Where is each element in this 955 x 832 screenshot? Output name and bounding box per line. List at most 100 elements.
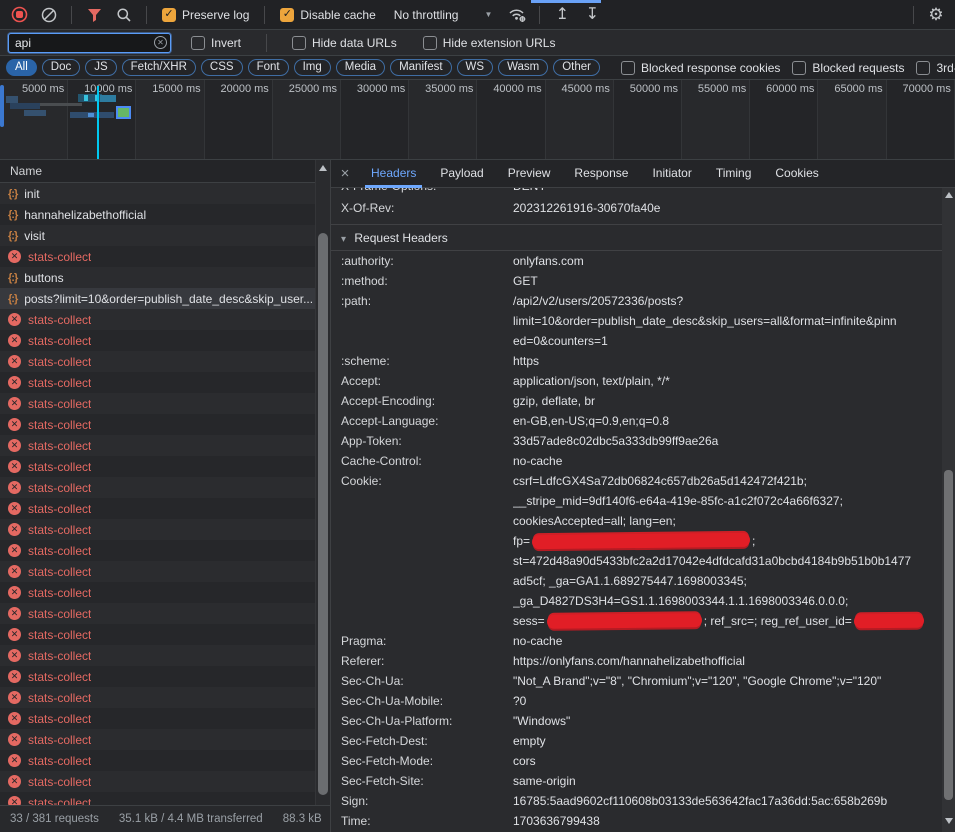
network-conditions-button[interactable] — [504, 2, 530, 28]
checkbox-icon[interactable] — [792, 61, 806, 75]
scrollbar-down-arrow[interactable] — [945, 818, 953, 824]
request-list-scrollbar[interactable] — [315, 160, 330, 805]
resource-type-chip[interactable]: Wasm — [498, 59, 548, 76]
close-detail-icon[interactable]: × — [331, 165, 359, 182]
export-har-button[interactable]: ↧ — [579, 2, 605, 28]
resource-type-chip[interactable]: All — [6, 59, 37, 76]
request-row[interactable]: {:} ✕ stats-collect — [0, 330, 315, 351]
chip-label: Wasm — [507, 61, 539, 73]
request-row[interactable]: {:} ✕ stats-collect — [0, 351, 315, 372]
detail-tab[interactable]: Cookies — [765, 160, 828, 188]
record-network-log-button[interactable] — [6, 2, 32, 28]
settings-button[interactable]: ⚙ — [923, 2, 949, 28]
request-row[interactable]: {:} ✕ stats-collect — [0, 414, 315, 435]
resource-type-chip[interactable]: JS — [85, 59, 116, 76]
top-progress-strip — [531, 0, 601, 3]
filter-input[interactable] — [8, 33, 171, 53]
request-row[interactable]: {:} ✕ stats-collect — [0, 246, 315, 267]
request-row[interactable]: {:} ✕ stats-collect — [0, 687, 315, 708]
network-overview-timeline[interactable]: 5000 ms 10000 ms 15000 ms 20000 ms 25000… — [0, 80, 955, 160]
resource-type-chip[interactable]: Other — [553, 59, 600, 76]
hide-extension-urls-checkbox[interactable]: Hide extension URLs — [417, 36, 562, 50]
checkbox-checked-icon[interactable] — [280, 8, 294, 22]
request-row[interactable]: {:} ✕ stats-collect — [0, 519, 315, 540]
hide-data-urls-checkbox[interactable]: Hide data URLs — [286, 36, 403, 50]
request-row[interactable]: {:} ✕ stats-collect — [0, 540, 315, 561]
detail-tab[interactable]: Preview — [498, 160, 561, 188]
request-row[interactable]: {:} ✕ stats-collect — [0, 477, 315, 498]
resource-type-chip[interactable]: Doc — [42, 59, 80, 76]
request-row[interactable]: {:} ✕ stats-collect — [0, 666, 315, 687]
request-row[interactable]: {:} ✕ stats-collect — [0, 435, 315, 456]
header-row: Pragma: no-cache — [341, 631, 944, 651]
request-row[interactable]: {:} ✕ stats-collect — [0, 771, 315, 792]
header-key: Sec-Fetch-Site: — [341, 771, 513, 791]
resource-type-chip[interactable]: Img — [294, 59, 331, 76]
request-row[interactable]: {:} ✕ stats-collect — [0, 645, 315, 666]
failed-request-icon: ✕ — [8, 523, 21, 536]
detail-tab[interactable]: Headers — [361, 160, 426, 188]
request-row[interactable]: {:} ✕ init — [0, 183, 315, 204]
request-headers-section[interactable]: ▾ Request Headers — [331, 224, 944, 251]
request-row[interactable]: {:} ✕ stats-collect — [0, 624, 315, 645]
scrollbar-up-arrow[interactable] — [945, 192, 953, 198]
search-button[interactable] — [111, 2, 137, 28]
third-party-requests-checkbox[interactable]: 3rd-party requests — [912, 61, 955, 75]
header-key: Sec-Ch-Ua-Mobile: — [341, 691, 513, 711]
checkbox-icon[interactable] — [621, 61, 635, 75]
name-column-header[interactable]: Name — [0, 160, 330, 183]
checkbox-icon[interactable] — [191, 36, 205, 50]
checkbox-icon[interactable] — [292, 36, 306, 50]
request-row[interactable]: {:} ✕ stats-collect — [0, 561, 315, 582]
request-row[interactable]: {:} ✕ stats-collect — [0, 582, 315, 603]
invert-checkbox[interactable]: Invert — [185, 36, 247, 50]
clear-filter-icon[interactable]: ✕ — [154, 36, 167, 49]
path-line: limit=10&order=publish_date_desc&skip_us… — [513, 311, 944, 331]
resource-type-chip[interactable]: Media — [336, 59, 385, 76]
resource-type-chip[interactable]: Fetch/XHR — [122, 59, 196, 76]
request-row[interactable]: {:} ✕ buttons — [0, 267, 315, 288]
disable-cache-checkbox[interactable]: Disable cache — [274, 8, 381, 22]
detail-tab[interactable]: Timing — [706, 160, 762, 188]
scrollbar-thumb[interactable] — [944, 470, 953, 800]
resource-type-chip[interactable]: WS — [457, 59, 494, 76]
import-har-button[interactable]: ↥ — [549, 2, 575, 28]
request-row[interactable]: {:} ✕ stats-collect — [0, 456, 315, 477]
detail-scrollbar[interactable] — [942, 188, 955, 832]
request-row[interactable]: {:} ✕ visit — [0, 225, 315, 246]
resource-type-chip[interactable]: CSS — [201, 59, 243, 76]
checkbox-checked-icon[interactable] — [162, 8, 176, 22]
filter-toggle-button[interactable] — [81, 2, 107, 28]
throttling-dropdown[interactable]: No throttling ▼ — [386, 8, 501, 22]
blocked-cookies-label: Blocked response cookies — [641, 61, 780, 75]
detail-tab[interactable]: Response — [564, 160, 638, 188]
detail-tab[interactable]: Initiator — [642, 160, 701, 188]
clear-network-log-button[interactable] — [36, 2, 62, 28]
scrollbar-up-arrow[interactable] — [319, 165, 327, 171]
checkbox-icon[interactable] — [423, 36, 437, 50]
blocked-requests-checkbox[interactable]: Blocked requests — [788, 61, 908, 75]
checkbox-icon[interactable] — [916, 61, 930, 75]
request-row[interactable]: {:} ✕ stats-collect — [0, 372, 315, 393]
request-row[interactable]: {:} ✕ stats-collect — [0, 498, 315, 519]
request-row[interactable]: {:} ✕ stats-collect — [0, 309, 315, 330]
header-key: :scheme: — [341, 351, 513, 371]
request-row[interactable]: {:} ✕ stats-collect — [0, 603, 315, 624]
waterfall-bar — [100, 95, 116, 102]
request-row[interactable]: {:} ✕ posts?limit=10&order=publish_date_… — [0, 288, 315, 309]
request-row[interactable]: {:} ✕ hannahelizabethofficial — [0, 204, 315, 225]
resource-type-chip[interactable]: Font — [248, 59, 289, 76]
request-row[interactable]: {:} ✕ stats-collect — [0, 708, 315, 729]
request-row[interactable]: {:} ✕ stats-collect — [0, 393, 315, 414]
detail-tab[interactable]: Payload — [430, 160, 493, 188]
request-row[interactable]: {:} ✕ stats-collect — [0, 729, 315, 750]
resource-type-chip[interactable]: Manifest — [390, 59, 451, 76]
scrollbar-thumb[interactable] — [318, 233, 328, 795]
preserve-log-checkbox[interactable]: Preserve log — [156, 8, 255, 22]
header-key: :authority: — [341, 251, 513, 271]
blocked-response-cookies-checkbox[interactable]: Blocked response cookies — [617, 61, 784, 75]
request-row[interactable]: {:} ✕ stats-collect — [0, 750, 315, 771]
header-row: Accept-Encoding: gzip, deflate, br — [341, 391, 944, 411]
timeline-left-handle[interactable] — [0, 85, 4, 127]
request-row[interactable]: {:} ✕ stats-collect — [0, 792, 315, 805]
